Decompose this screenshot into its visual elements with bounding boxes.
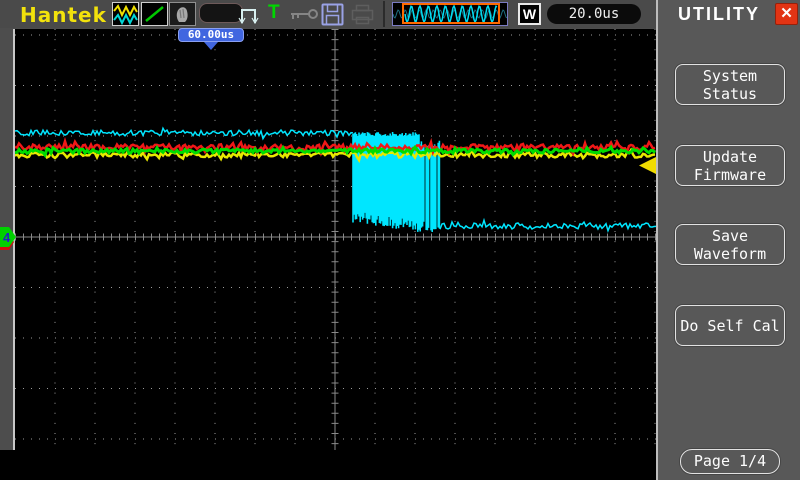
close-icon[interactable]: ✕ — [775, 3, 798, 25]
waveform-preview-glyph — [392, 3, 508, 24]
diagonal-line-icon[interactable] — [141, 2, 168, 26]
hand-icon[interactable] — [169, 2, 196, 26]
top-toolbar: Hantek T W 20.0us — [0, 0, 656, 28]
status-bar: CH1 1.00V CH2 1.00V CH3 1.00V CH4 1.00V … — [0, 450, 656, 480]
panel-title: UTILITY — [678, 4, 760, 24]
system-status-button[interactable]: System Status — [675, 64, 785, 105]
message-slot — [199, 3, 243, 23]
horizontal-offset-pointer — [204, 42, 218, 50]
channel-waves-icon[interactable] — [112, 2, 139, 26]
diagonal-line-glyph — [145, 6, 164, 22]
channel4-marker-label: 4 — [3, 230, 11, 245]
do-self-cal-button[interactable]: Do Self Cal — [675, 305, 785, 346]
waveform-traces — [15, 126, 656, 234]
save-floppy-icon[interactable] — [321, 3, 344, 26]
utility-panel: UTILITY ✕ System Status Update Firmware … — [656, 0, 800, 480]
hand-glyph — [176, 7, 188, 22]
save-waveform-button[interactable]: Save Waveform — [675, 224, 785, 265]
trigger-t-icon: T — [268, 2, 280, 23]
key-icon — [291, 9, 318, 19]
timebase-readout[interactable]: 20.0us — [547, 4, 641, 24]
hantek-logo: Hantek — [20, 3, 107, 27]
pulse-trigger-icon — [238, 9, 259, 24]
printer-icon — [351, 4, 374, 25]
update-firmware-button[interactable]: Update Firmware — [675, 145, 785, 186]
waveform-display — [13, 29, 656, 450]
w-icon[interactable]: W — [518, 3, 541, 25]
channel-waves-glyph — [113, 4, 138, 26]
page-button[interactable]: Page 1/4 — [680, 449, 780, 474]
toolbar-separator — [383, 1, 385, 27]
scope-screen — [0, 28, 656, 450]
horizontal-offset-bubble[interactable]: 60.00us — [178, 28, 244, 42]
channel4-marker[interactable]: 4 — [0, 226, 18, 253]
waveform-preview[interactable] — [392, 2, 508, 26]
trigger-level-arrow[interactable] — [639, 157, 656, 174]
